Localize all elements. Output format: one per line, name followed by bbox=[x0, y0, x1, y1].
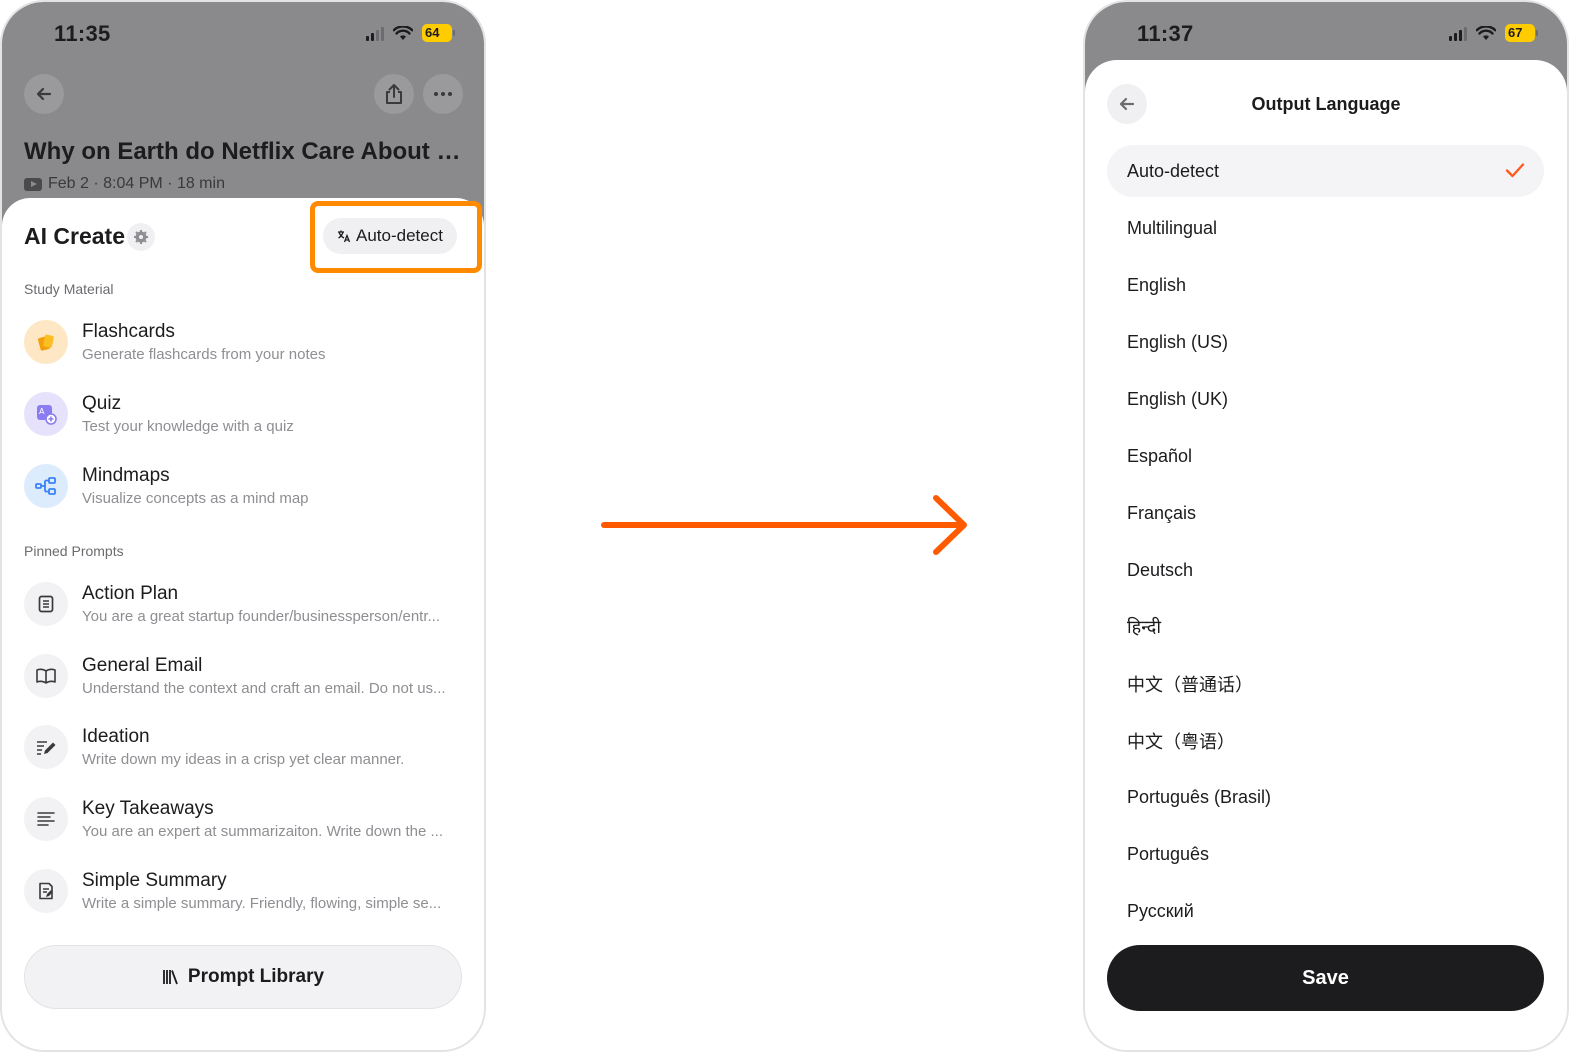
language-label: Português bbox=[1127, 843, 1210, 864]
language-label: Português (Brasil) bbox=[1127, 786, 1272, 807]
sheet-title: AI Create bbox=[24, 223, 125, 249]
item-subtitle: Write a simple summary. Friendly, flowin… bbox=[82, 895, 442, 912]
study-item-mindmaps[interactable]: Mindmaps Visualize concepts as a mind ma… bbox=[24, 458, 464, 514]
mindmap-icon bbox=[24, 464, 68, 508]
book-icon bbox=[24, 654, 68, 698]
transition-arrow-icon bbox=[601, 495, 967, 555]
signal-icon bbox=[366, 26, 384, 41]
language-label: Deutsch bbox=[1127, 559, 1194, 580]
study-item-quiz[interactable]: A Quiz Test your knowledge with a quiz bbox=[24, 386, 464, 442]
item-subtitle: Test your knowledge with a quiz bbox=[82, 418, 294, 435]
item-title: Key Takeaways bbox=[82, 798, 214, 819]
language-label: Français bbox=[1127, 502, 1197, 523]
library-icon bbox=[162, 970, 178, 985]
item-title: Ideation bbox=[82, 726, 150, 747]
language-label: English bbox=[1127, 274, 1187, 295]
item-title: Action Plan bbox=[82, 583, 179, 604]
item-subtitle: Visualize concepts as a mind map bbox=[82, 490, 309, 507]
left-phone-screen: 11:35 64 Why on Earth do Netflix Care Ab… bbox=[0, 0, 486, 1052]
pinned-prompts-label: Pinned Prompts bbox=[24, 543, 124, 559]
quiz-icon: A bbox=[24, 392, 68, 436]
document-icon bbox=[24, 582, 68, 626]
save-button[interactable]: Save bbox=[1107, 945, 1544, 1011]
svg-text:A: A bbox=[39, 407, 45, 416]
language-option-auto-detect[interactable]: Auto-detect bbox=[1107, 145, 1544, 197]
item-subtitle: Generate flashcards from your notes bbox=[82, 346, 326, 363]
highlight-annotation bbox=[310, 201, 482, 273]
settings-button[interactable] bbox=[127, 223, 155, 251]
battery-indicator: 64 bbox=[422, 24, 455, 42]
item-title: Flashcards bbox=[82, 321, 175, 342]
language-label: English (UK) bbox=[1127, 388, 1229, 409]
language-label: 中文（粤语） bbox=[1127, 732, 1235, 752]
study-item-flashcards[interactable]: Flashcards Generate flashcards from your… bbox=[24, 314, 464, 370]
language-label: 中文（普通话） bbox=[1127, 675, 1253, 695]
back-button[interactable] bbox=[24, 74, 64, 114]
prompt-library-button[interactable]: Prompt Library bbox=[24, 945, 462, 1009]
signal-icon bbox=[1449, 26, 1467, 41]
ai-create-sheet: AI Create Auto-detect Study Material Fla… bbox=[2, 198, 484, 1050]
more-options-button[interactable] bbox=[423, 74, 463, 114]
wifi-icon bbox=[393, 25, 413, 40]
item-subtitle: You are an expert at summarizaiton. Writ… bbox=[82, 823, 444, 840]
gear-icon bbox=[134, 230, 148, 244]
language-option-english-us[interactable]: English (US) bbox=[1107, 316, 1544, 368]
ellipsis-icon bbox=[434, 92, 452, 96]
language-label: Español bbox=[1127, 445, 1193, 466]
language-option-russian[interactable]: Русский bbox=[1107, 885, 1544, 937]
sheet-title: Output Language bbox=[1251, 94, 1401, 114]
language-option-espanol[interactable]: Español bbox=[1107, 430, 1544, 482]
item-title: Quiz bbox=[82, 393, 122, 414]
language-option-chinese-mandarin[interactable]: 中文（普通话） bbox=[1107, 658, 1544, 710]
share-icon bbox=[386, 84, 402, 104]
language-option-hindi[interactable]: हिन्दी bbox=[1107, 601, 1544, 653]
language-option-chinese-cantonese[interactable]: 中文（粤语） bbox=[1107, 715, 1544, 767]
status-bar: 11:37 67 bbox=[1085, 2, 1567, 62]
item-subtitle: Understand the context and craft an emai… bbox=[82, 680, 446, 697]
prompt-library-label: Prompt Library bbox=[187, 966, 325, 987]
language-label: Auto-detect bbox=[1127, 160, 1220, 181]
battery-indicator: 67 bbox=[1505, 24, 1538, 42]
pinned-item-general-email[interactable]: General Email Understand the context and… bbox=[24, 648, 464, 704]
item-title: Mindmaps bbox=[82, 465, 170, 486]
item-title: General Email bbox=[82, 655, 203, 676]
language-option-english[interactable]: English bbox=[1107, 259, 1544, 311]
language-label: हिन्दी bbox=[1127, 617, 1162, 637]
note-title: Why on Earth do Netflix Care About Sp... bbox=[24, 138, 469, 165]
summary-icon bbox=[24, 869, 68, 913]
note-meta: Feb 2 · 8:04 PM · 18 min bbox=[24, 175, 225, 193]
pinned-item-simple-summary[interactable]: Simple Summary Write a simple summary. F… bbox=[24, 863, 464, 919]
pinned-item-key-takeaways[interactable]: Key Takeaways You are an expert at summa… bbox=[24, 791, 464, 847]
language-option-portuguese[interactable]: Português bbox=[1107, 828, 1544, 880]
language-option-portuguese-brazil[interactable]: Português (Brasil) bbox=[1107, 771, 1544, 823]
arrow-left-icon bbox=[36, 87, 52, 101]
note-meta-text: Feb 2 · 8:04 PM · 18 min bbox=[48, 175, 225, 192]
output-language-sheet: Output Language Auto-detect Multilingual… bbox=[1085, 60, 1567, 1050]
item-subtitle: Write down my ideas in a crisp yet clear… bbox=[82, 751, 405, 768]
cards-icon bbox=[24, 320, 68, 364]
language-label: Multilingual bbox=[1127, 217, 1218, 238]
language-option-francais[interactable]: Français bbox=[1107, 487, 1544, 539]
status-time: 11:37 bbox=[1137, 21, 1194, 46]
language-option-deutsch[interactable]: Deutsch bbox=[1107, 544, 1544, 596]
video-icon bbox=[24, 177, 42, 191]
checkmark-icon bbox=[1505, 163, 1525, 178]
lines-icon bbox=[24, 797, 68, 841]
item-subtitle: You are a great startup founder/business… bbox=[82, 608, 441, 625]
pinned-item-ideation[interactable]: Ideation Write down my ideas in a crisp … bbox=[24, 719, 464, 775]
language-label: English (US) bbox=[1127, 331, 1229, 352]
study-material-label: Study Material bbox=[24, 281, 114, 297]
wifi-icon bbox=[1476, 25, 1496, 40]
share-button[interactable] bbox=[374, 74, 414, 114]
item-title: Simple Summary bbox=[82, 870, 227, 891]
pinned-item-action-plan[interactable]: Action Plan You are a great startup foun… bbox=[24, 576, 464, 632]
right-phone-screen: 11:37 67 Output Language Auto-detect Mul… bbox=[1083, 0, 1569, 1052]
pencil-lines-icon bbox=[24, 725, 68, 769]
status-time: 11:35 bbox=[54, 21, 111, 46]
language-option-multilingual[interactable]: Multilingual bbox=[1107, 202, 1544, 254]
language-option-english-uk[interactable]: English (UK) bbox=[1107, 373, 1544, 425]
status-bar: 11:35 64 bbox=[2, 2, 484, 62]
language-label: Русский bbox=[1127, 900, 1194, 921]
